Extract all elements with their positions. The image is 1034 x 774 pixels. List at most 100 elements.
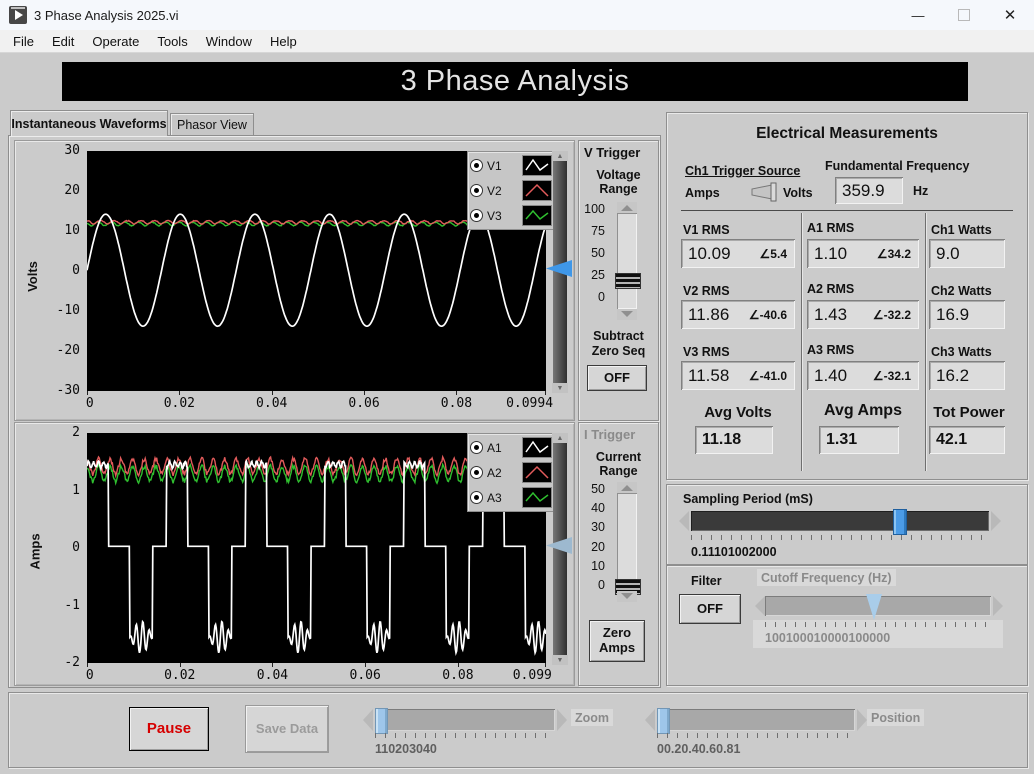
zoom-increment-icon[interactable] xyxy=(557,709,567,731)
maximize-button[interactable] xyxy=(942,0,986,30)
minimize-button[interactable]: — xyxy=(896,0,940,30)
x-axis-tickmark xyxy=(545,663,546,667)
scale-tick-label: 100000 xyxy=(848,631,891,645)
menu-tools[interactable]: Tools xyxy=(148,34,196,49)
plot-visible-radio[interactable] xyxy=(470,159,483,172)
x-axis-tick-label: 0.08 xyxy=(442,668,474,683)
plot-style-swatch[interactable] xyxy=(522,205,552,226)
y-axis-tick-label: 1 xyxy=(72,482,80,498)
trigger-source-switch[interactable] xyxy=(743,181,781,203)
zoom-slider[interactable] xyxy=(375,709,555,731)
voltage-range-handle[interactable] xyxy=(615,273,641,289)
zoom-decrement-icon[interactable] xyxy=(363,709,373,731)
position-increment-icon[interactable] xyxy=(857,709,867,731)
x-axis-tickmark xyxy=(545,391,546,395)
tab-phasor-view[interactable]: Phasor View xyxy=(170,113,254,136)
trigger-scroll-up-icon[interactable]: ▲ xyxy=(552,151,568,161)
close-button[interactable]: ✕ xyxy=(988,0,1032,30)
position-handle[interactable] xyxy=(657,708,670,734)
y-axis-tick-label: -30 xyxy=(56,383,80,398)
divider xyxy=(801,213,802,471)
plot-style-swatch[interactable] xyxy=(522,487,552,508)
avg-volts-value: 11.18 xyxy=(695,426,773,454)
x-axis-tick-label: 0.099 xyxy=(512,668,552,683)
scale-tick-label: 100 xyxy=(765,631,786,645)
plot-style-swatch[interactable] xyxy=(522,462,552,483)
bottom-control-bar: Pause Save Data 110203040 Zoom 00.20.40.… xyxy=(8,692,1028,768)
scale-tick-label: 1 xyxy=(733,742,741,756)
voltage-graph: Volts V1 V2 V3 ▲ ▼ 30 20 10 0 -10 -20 -30 0 0.02… xyxy=(14,140,575,421)
current-range-increment-icon[interactable] xyxy=(617,482,637,493)
x-axis-tick-label: 0 xyxy=(85,668,94,683)
plot-visible-radio[interactable] xyxy=(470,466,483,479)
scale-tick-label: 40 xyxy=(591,501,605,516)
plot-style-swatch[interactable] xyxy=(522,180,552,201)
waveform-V1 xyxy=(87,213,546,328)
trigger-scroll-down-icon[interactable]: ▼ xyxy=(552,383,568,393)
filter-panel: Filter OFF Cutoff Frequency (Hz) 1001000… xyxy=(666,565,1028,686)
sampling-period-panel: Sampling Period (mS) 0.11101002000 xyxy=(666,484,1028,565)
zoom-label: Zoom xyxy=(571,709,614,726)
position-decrement-icon[interactable] xyxy=(645,709,655,731)
scale-tick-label: 0 xyxy=(598,290,605,304)
zero-amps-button[interactable]: Zero Amps xyxy=(589,620,645,662)
menu-bar: File Edit Operate Tools Window Help xyxy=(0,30,1034,53)
voltage-range-slider[interactable] xyxy=(617,213,637,309)
plot-style-swatch[interactable] xyxy=(522,155,552,176)
voltage-range-decrement-icon[interactable] xyxy=(617,309,637,320)
current-graph: Amps A1 A2 A3 ▲ ▼ 2 1 0 -1 -2 0 0.02 0.04 0.06 0.… xyxy=(14,422,575,686)
x-axis-tick-label: 0.06 xyxy=(349,668,381,683)
a2-rms-label: A2 RMS xyxy=(807,282,855,296)
plot-visible-radio[interactable] xyxy=(470,491,483,504)
y-axis-tick-label: 0 xyxy=(72,540,80,555)
zoom-handle[interactable] xyxy=(375,708,388,734)
x-axis-tickmark xyxy=(271,391,273,395)
tab-instantaneous-waveforms[interactable]: Instantaneous Waveforms xyxy=(10,110,168,136)
plot-visible-radio[interactable] xyxy=(470,441,483,454)
menu-window[interactable]: Window xyxy=(197,34,261,49)
current-range-slider[interactable] xyxy=(617,493,637,591)
x-axis-tick-label: 0.08 xyxy=(440,396,473,411)
cutoff-decrement-icon[interactable] xyxy=(755,596,765,616)
sampling-increment-icon[interactable] xyxy=(991,511,1001,531)
ch1-watts-value: 9.0 xyxy=(929,239,1005,268)
legend-item: A3 xyxy=(470,485,552,510)
scale-tick-label: 25 xyxy=(591,268,605,282)
sampling-slider[interactable] xyxy=(691,511,989,531)
position-slider[interactable] xyxy=(657,709,855,731)
scale-tick-label: 0.2 xyxy=(663,742,682,756)
sampling-period-label: Sampling Period (mS) xyxy=(683,492,813,506)
legend-label: A2 xyxy=(487,465,502,480)
cutoff-frequency-label: Cutoff Frequency (Hz) xyxy=(757,569,896,586)
menu-operate[interactable]: Operate xyxy=(83,34,148,49)
subtract-zero-seq-button[interactable]: OFF xyxy=(587,365,647,391)
labview-window: { "titlebar": {"title": "3 Phase Analysi… xyxy=(0,0,1034,774)
ch1-trigger-source-label: Ch1 Trigger Source xyxy=(685,164,801,178)
trigger-scroll-down-icon[interactable]: ▼ xyxy=(552,655,568,665)
save-data-button[interactable]: Save Data xyxy=(245,705,329,753)
trigger-scroll-up-icon[interactable]: ▲ xyxy=(552,433,568,443)
x-axis-tick-label: 0.04 xyxy=(256,396,288,411)
a3-rms-value: 1.40 ∠-32.1 xyxy=(807,361,919,390)
pause-button[interactable]: Pause xyxy=(129,707,209,751)
plot-style-swatch[interactable] xyxy=(522,437,552,458)
plot-visible-radio[interactable] xyxy=(470,209,483,222)
voltage-range-increment-icon[interactable] xyxy=(617,202,637,213)
i-trigger-panel: I Trigger Current Range 50 40 30 20 10 0 Zero… xyxy=(578,422,659,686)
sampling-handle[interactable] xyxy=(893,509,907,535)
ch1-watts-label: Ch1 Watts xyxy=(931,223,992,237)
plot-visible-radio[interactable] xyxy=(470,184,483,197)
menu-edit[interactable]: Edit xyxy=(43,34,83,49)
scale-tick-label: 2000 xyxy=(748,545,777,559)
filter-off-button[interactable]: OFF xyxy=(679,594,741,624)
sampling-decrement-icon[interactable] xyxy=(679,511,689,531)
menu-help[interactable]: Help xyxy=(261,34,306,49)
tot-power-label: Tot Power xyxy=(933,404,1005,421)
avg-amps-value: 1.31 xyxy=(819,426,899,454)
x-axis-tickmark xyxy=(457,663,459,667)
menu-file[interactable]: File xyxy=(4,34,43,49)
cutoff-increment-icon[interactable] xyxy=(993,596,1003,616)
current-range-decrement-icon[interactable] xyxy=(617,591,637,602)
y-axis-tick-label: 10 xyxy=(64,223,80,238)
window-title: 3 Phase Analysis 2025.vi xyxy=(34,8,179,23)
